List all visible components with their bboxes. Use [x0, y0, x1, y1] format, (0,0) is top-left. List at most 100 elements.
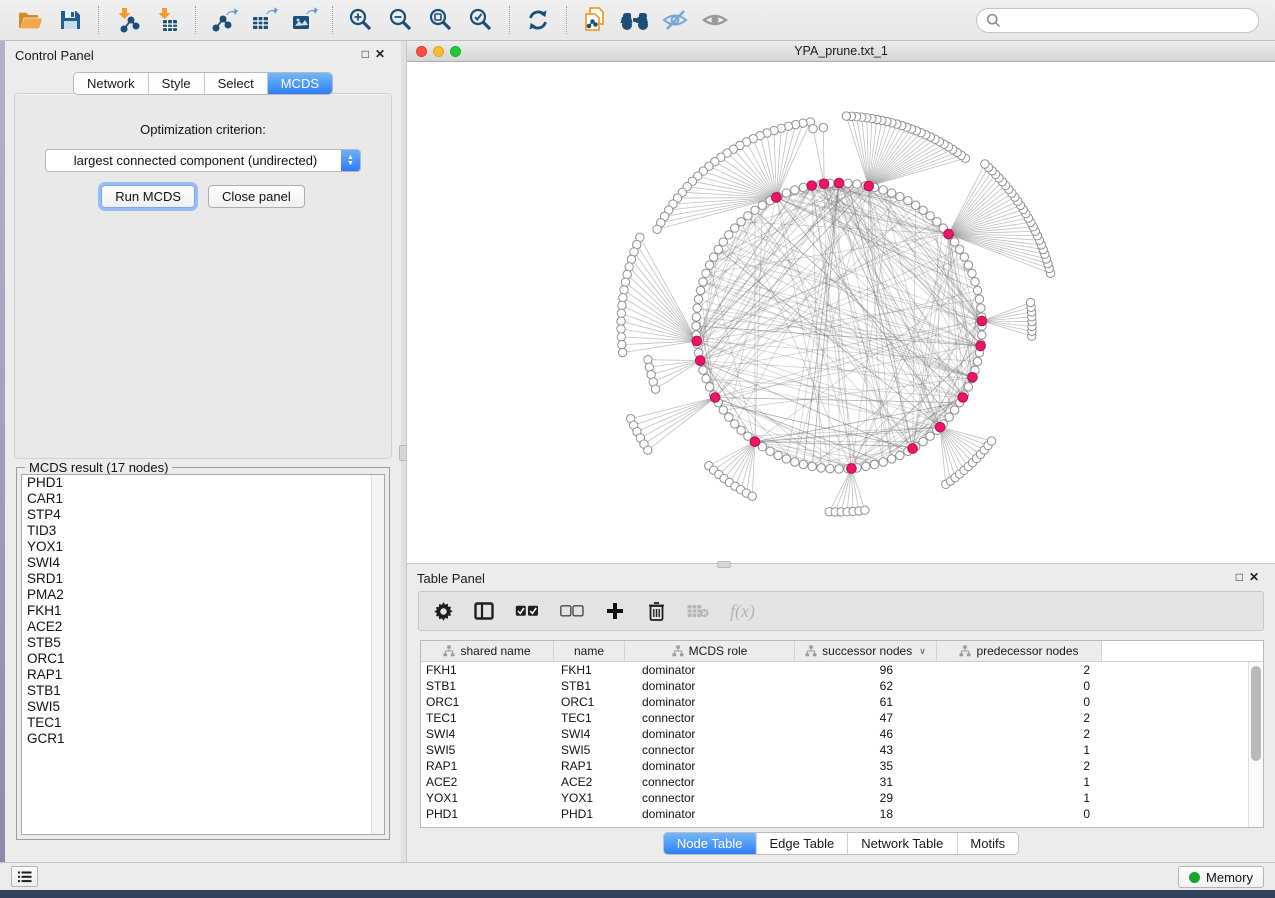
table-cell[interactable]: FKH1: [554, 663, 625, 677]
table-cell[interactable]: 62: [795, 679, 937, 693]
export-network-icon[interactable]: [204, 4, 244, 36]
table-cell[interactable]: ACE2: [554, 775, 625, 789]
deselect-all-rows-icon[interactable]: [560, 605, 584, 617]
table-cell[interactable]: 2: [937, 711, 1102, 725]
table-cell[interactable]: 0: [937, 679, 1102, 693]
table-cell[interactable]: 0: [937, 695, 1102, 709]
table-cell[interactable]: ORC1: [554, 695, 625, 709]
table-cell[interactable]: TEC1: [421, 711, 554, 725]
table-cell[interactable]: dominator: [625, 727, 795, 741]
mcds-result-node[interactable]: RAP1: [22, 667, 384, 683]
tab-network[interactable]: Network: [74, 73, 149, 94]
import-network-icon[interactable]: [107, 4, 147, 36]
mcds-result-node[interactable]: SRD1: [22, 571, 384, 587]
table-cell[interactable]: connector: [625, 743, 795, 757]
table-cell[interactable]: 2: [937, 727, 1102, 741]
table-cell[interactable]: dominator: [625, 663, 795, 677]
add-column-plus-icon[interactable]: [605, 602, 625, 620]
refresh-icon[interactable]: [518, 4, 558, 36]
select-all-rows-icon[interactable]: [515, 605, 539, 617]
zoom-fit-icon[interactable]: [421, 4, 461, 36]
open-file-icon[interactable]: [10, 4, 50, 36]
float-table-panel-icon[interactable]: □: [1236, 570, 1249, 584]
table-cell[interactable]: 96: [795, 663, 937, 677]
mcds-result-list[interactable]: PHD1CAR1STP4TID3YOX1SWI4SRD1PMA2FKH1ACE2…: [21, 474, 385, 835]
table-cell[interactable]: 31: [795, 775, 937, 789]
show-column-panel-icon[interactable]: [474, 602, 494, 620]
mcds-result-node[interactable]: STP4: [22, 507, 384, 523]
hide-selected-eye-icon[interactable]: [655, 4, 695, 36]
table-cell[interactable]: FKH1: [421, 663, 554, 677]
table-cell[interactable]: SWI5: [421, 743, 554, 757]
export-table-icon[interactable]: [244, 4, 284, 36]
mcds-list-scrollbar[interactable]: [371, 475, 384, 834]
mcds-result-node[interactable]: GCR1: [22, 731, 384, 747]
first-neighbors-binoculars-icon[interactable]: [615, 4, 655, 36]
table-row[interactable]: PHD1PHD1dominator180: [421, 806, 1263, 822]
table-cell[interactable]: dominator: [625, 679, 795, 693]
table-cell[interactable]: 43: [795, 743, 937, 757]
mcds-result-node[interactable]: SWI4: [22, 555, 384, 571]
memory-button[interactable]: Memory: [1178, 866, 1264, 888]
table-cell[interactable]: YOX1: [554, 791, 625, 805]
mcds-result-node[interactable]: TEC1: [22, 715, 384, 731]
table-cell[interactable]: 18: [795, 807, 937, 821]
show-all-eye-icon[interactable]: [695, 4, 735, 36]
table-row[interactable]: ACE2ACE2connector311: [421, 774, 1263, 790]
table-cell[interactable]: 1: [937, 775, 1102, 789]
tab-network-table[interactable]: Network Table: [848, 833, 957, 854]
import-table-icon[interactable]: [147, 4, 187, 36]
table-cell[interactable]: YOX1: [421, 791, 554, 805]
run-mcds-button[interactable]: Run MCDS: [101, 185, 195, 208]
mcds-result-node[interactable]: SWI5: [22, 699, 384, 715]
table-row[interactable]: ORC1ORC1dominator610: [421, 694, 1263, 710]
table-cell[interactable]: 1: [937, 743, 1102, 757]
column-header-shared-name[interactable]: shared name: [421, 641, 554, 661]
column-header-successor-nodes[interactable]: successor nodes ∨: [795, 641, 937, 661]
table-cell[interactable]: dominator: [625, 759, 795, 773]
tab-motifs[interactable]: Motifs: [957, 833, 1018, 854]
table-cell[interactable]: 61: [795, 695, 937, 709]
tab-style[interactable]: Style: [149, 73, 205, 94]
mcds-result-node[interactable]: ORC1: [22, 651, 384, 667]
table-cell[interactable]: dominator: [625, 807, 795, 821]
table-cell[interactable]: 0: [937, 807, 1102, 821]
table-row[interactable]: RAP1RAP1dominator352: [421, 758, 1263, 774]
window-maximize-icon[interactable]: [450, 46, 461, 57]
zoom-selected-icon[interactable]: [461, 4, 501, 36]
criterion-select[interactable]: largest connected component (undirected)…: [45, 149, 361, 172]
tab-mcds[interactable]: MCDS: [268, 73, 332, 94]
table-cell[interactable]: RAP1: [421, 759, 554, 773]
float-panel-icon[interactable]: □: [362, 47, 375, 61]
window-close-icon[interactable]: [416, 46, 427, 57]
table-cell[interactable]: 35: [795, 759, 937, 773]
task-history-button[interactable]: [11, 866, 38, 887]
column-header-mcds-role[interactable]: MCDS role: [625, 641, 795, 661]
window-minimize-icon[interactable]: [433, 46, 444, 57]
table-cell[interactable]: 1: [937, 791, 1102, 805]
table-settings-gear-icon[interactable]: [433, 602, 453, 621]
table-cell[interactable]: connector: [625, 775, 795, 789]
mcds-result-node[interactable]: STB5: [22, 635, 384, 651]
table-cell[interactable]: SWI5: [554, 743, 625, 757]
zoom-out-icon[interactable]: [381, 4, 421, 36]
delete-column-trash-icon[interactable]: [646, 601, 666, 621]
mcds-result-node[interactable]: ACE2: [22, 619, 384, 635]
table-cell[interactable]: 2: [937, 663, 1102, 677]
mcds-result-node[interactable]: FKH1: [22, 603, 384, 619]
table-row[interactable]: SWI4SWI4dominator462: [421, 726, 1263, 742]
search-input[interactable]: [976, 8, 1259, 33]
table-row[interactable]: YOX1YOX1connector291: [421, 790, 1263, 806]
table-cell[interactable]: RAP1: [554, 759, 625, 773]
table-row[interactable]: SWI5SWI5connector431: [421, 742, 1263, 758]
mcds-result-node[interactable]: YOX1: [22, 539, 384, 555]
mcds-result-node[interactable]: STB1: [22, 683, 384, 699]
table-cell[interactable]: 46: [795, 727, 937, 741]
table-cell[interactable]: STB1: [554, 679, 625, 693]
network-canvas[interactable]: [407, 62, 1275, 563]
table-cell[interactable]: SWI4: [554, 727, 625, 741]
table-cell[interactable]: connector: [625, 791, 795, 805]
mcds-result-node[interactable]: TID3: [22, 523, 384, 539]
table-row[interactable]: FKH1FKH1dominator962: [421, 662, 1263, 678]
save-icon[interactable]: [50, 4, 90, 36]
